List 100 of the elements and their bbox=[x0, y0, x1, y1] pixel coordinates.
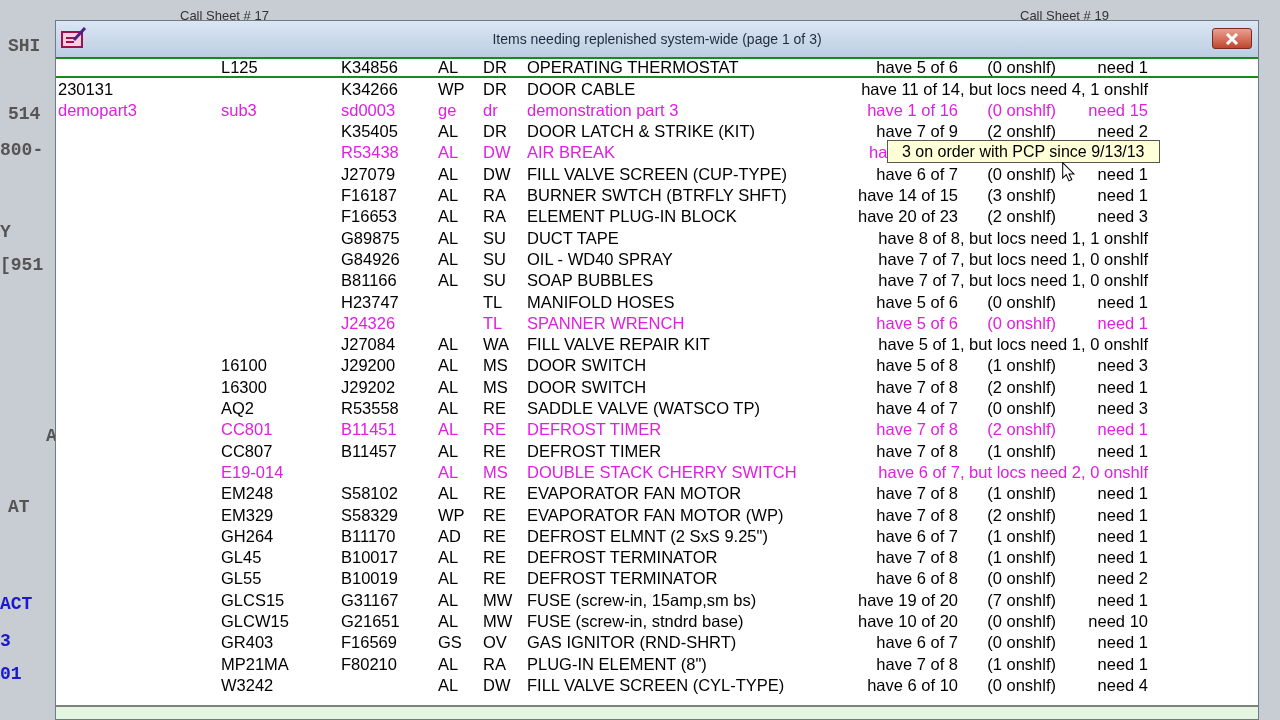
table-cell: AL bbox=[438, 164, 459, 183]
on-shelf-count: (7 onshlf) bbox=[987, 590, 1056, 609]
table-cell: W3242 bbox=[221, 675, 274, 694]
need-count: need 3 bbox=[1097, 207, 1148, 226]
need-count: need 3 bbox=[1097, 399, 1148, 418]
table-cell: AL bbox=[438, 228, 459, 247]
item-description: DOOR SWITCH bbox=[527, 377, 647, 396]
part-number: B11457 bbox=[341, 441, 397, 460]
table-cell: AL bbox=[438, 335, 459, 354]
item-description: FILL VALVE SCREEN (CYL-TYPE) bbox=[527, 675, 785, 694]
on-shelf-count: (1 onshlf) bbox=[987, 441, 1056, 460]
part-number: K34266 bbox=[341, 79, 398, 98]
need-count: need 1 bbox=[1097, 186, 1148, 205]
item-description: DEFROST TIMER bbox=[527, 441, 662, 460]
background-label: [951 bbox=[0, 255, 44, 275]
table-cell: GLCS15 bbox=[221, 590, 285, 609]
table-cell: sub3 bbox=[221, 100, 257, 119]
on-shelf-count: (1 onshlf) bbox=[987, 356, 1056, 375]
stock-count: have 7 of 8 bbox=[876, 548, 958, 567]
close-icon bbox=[1225, 32, 1239, 45]
table-cell: RE bbox=[483, 505, 506, 524]
need-count: need 1 bbox=[1097, 526, 1148, 545]
item-description: FILL VALVE REPAIR KIT bbox=[527, 335, 710, 354]
table-cell: MW bbox=[483, 590, 513, 609]
item-description: EVAPORATOR FAN MOTOR bbox=[527, 484, 742, 503]
on-shelf-count: (1 onshlf) bbox=[987, 654, 1056, 673]
table-cell: AL bbox=[438, 590, 459, 609]
table-cell: EM329 bbox=[221, 505, 274, 524]
item-description: FILL VALVE SCREEN (CUP-TYPE) bbox=[527, 164, 788, 183]
stock-note: have 6 of 7, but locs need 2, 0 onshlf bbox=[878, 462, 1148, 481]
stock-note: have 8 of 8, but locs need 1, 1 onshlf bbox=[878, 228, 1148, 247]
item-description: SOAP BUBBLES bbox=[527, 271, 654, 290]
table-cell: SU bbox=[483, 271, 506, 290]
table-cell: DW bbox=[483, 143, 511, 162]
on-shelf-count: (1 onshlf) bbox=[987, 484, 1056, 503]
background-label: ACT bbox=[0, 594, 33, 614]
table-cell: AL bbox=[438, 462, 459, 481]
item-description: SPANNER WRENCH bbox=[527, 313, 685, 332]
table-cell: GR403 bbox=[221, 633, 274, 652]
stock-count: have 1 of 16 bbox=[867, 100, 958, 119]
table-cell: AL bbox=[438, 186, 459, 205]
table-cell: TL bbox=[483, 313, 503, 332]
item-description: GAS IGNITOR (RND-SHRT) bbox=[527, 633, 737, 652]
item-description: PLUG-IN ELEMENT (8") bbox=[527, 654, 707, 673]
table-cell: RA bbox=[483, 207, 506, 226]
need-count: need 1 bbox=[1097, 548, 1148, 567]
stock-note: have 11 of 14, but locs need 4, 1 onshlf bbox=[861, 79, 1148, 98]
stock-count: have 7 of 9 bbox=[876, 122, 958, 141]
on-shelf-count: (0 onshlf) bbox=[987, 292, 1056, 311]
stock-count: have 7 of 8 bbox=[876, 441, 958, 460]
need-count: need 1 bbox=[1097, 590, 1148, 609]
part-number: K35405 bbox=[341, 122, 398, 141]
background-label: 01 bbox=[0, 664, 22, 684]
stock-count: have 5 of 6 bbox=[876, 292, 958, 311]
table-cell: AL bbox=[438, 441, 459, 460]
stock-count: have 5 of 6 bbox=[876, 313, 958, 332]
item-description: demonstration part 3 bbox=[527, 100, 679, 119]
item-description: DEFROST ELMNT (2 SxS 9.25") bbox=[527, 526, 768, 545]
stock-count: have 20 of 23 bbox=[858, 207, 958, 226]
stock-count: have 6 of 7 bbox=[876, 633, 958, 652]
part-number: F16653 bbox=[341, 207, 397, 226]
table-cell: CC801 bbox=[221, 420, 273, 439]
on-shelf-count: (0 onshlf) bbox=[987, 313, 1056, 332]
table-cell: OV bbox=[483, 633, 507, 652]
table-cell: DW bbox=[483, 164, 511, 183]
part-number: H23747 bbox=[341, 292, 399, 311]
part-number: G31167 bbox=[341, 590, 399, 609]
need-count: need 2 bbox=[1097, 569, 1148, 588]
table-cell: WP bbox=[438, 505, 465, 524]
need-count: need 1 bbox=[1097, 441, 1148, 460]
part-number: J24326 bbox=[341, 313, 396, 332]
background-label: SHI bbox=[8, 36, 41, 56]
table-cell: MS bbox=[483, 377, 508, 396]
table-cell: AL bbox=[438, 569, 459, 588]
selected-row[interactable]: L125 K34856 AL DR OPERATING THERMOSTAT have 5 of 6 (0 onshlf) need 1 bbox=[56, 57, 1258, 79]
need-count: need 2 bbox=[1097, 122, 1148, 141]
stock-count: have 7 of 8 bbox=[876, 377, 958, 396]
part-number: J27079 bbox=[341, 164, 396, 183]
stock-count: have 6 of 8 bbox=[876, 569, 958, 588]
table-cell: AL bbox=[438, 207, 459, 226]
close-button[interactable] bbox=[1212, 28, 1252, 49]
background-label: Y bbox=[0, 222, 11, 242]
table-cell: RE bbox=[483, 399, 506, 418]
table-cell: DR bbox=[483, 58, 507, 77]
table-cell: L125 bbox=[221, 58, 258, 77]
need-count: need 1 bbox=[1097, 654, 1148, 673]
part-number: B11451 bbox=[341, 420, 397, 439]
table-cell: GL45 bbox=[221, 548, 262, 567]
part-number: J29202 bbox=[341, 377, 396, 396]
item-description: EVAPORATOR FAN MOTOR (WP) bbox=[527, 505, 784, 524]
on-shelf-count: (0 onshlf) bbox=[987, 164, 1056, 183]
item-description: DEFROST TIMER bbox=[527, 420, 662, 439]
table-cell: DR bbox=[483, 79, 507, 98]
part-number: F16569 bbox=[341, 633, 397, 652]
on-shelf-count: (2 onshlf) bbox=[987, 377, 1056, 396]
need-count: need 1 bbox=[1097, 164, 1148, 183]
stock-count: have 10 of 20 bbox=[858, 612, 958, 630]
sheet-header: Call Sheet # 19 bbox=[1020, 7, 1109, 25]
need-count: need 1 bbox=[1097, 420, 1148, 439]
on-shelf-count: (3 onshlf) bbox=[987, 186, 1056, 205]
